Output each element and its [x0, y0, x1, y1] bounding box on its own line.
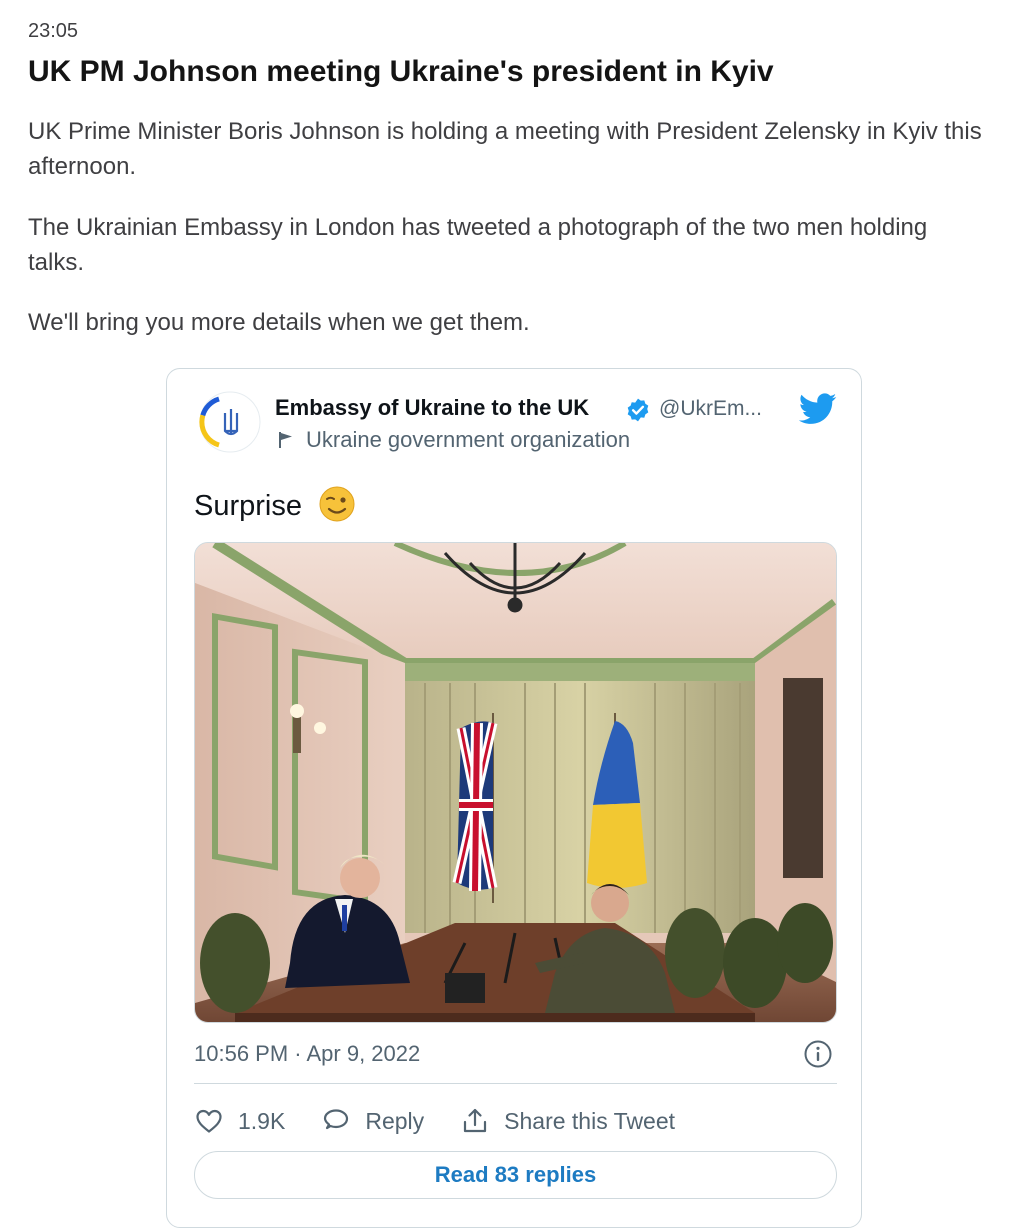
account-handle[interactable]: @UkrEm...	[659, 397, 762, 421]
embedded-tweet[interactable]: Embassy of Ukraine to the UK @UkrEm... U…	[166, 368, 862, 1228]
reply-label: Reply	[365, 1107, 425, 1134]
reply-button[interactable]: Reply	[321, 1106, 424, 1136]
like-button[interactable]: 1.9K	[194, 1106, 285, 1136]
share-icon	[464, 1108, 487, 1133]
article-paragraph: We'll bring you more details when we get…	[28, 309, 530, 336]
ukraine-embassy-logo[interactable]	[199, 391, 261, 453]
heart-icon	[196, 1109, 222, 1133]
account-name[interactable]: Embassy of Ukraine to the UK	[275, 395, 589, 421]
verified-badge-icon	[627, 398, 649, 422]
tweet-text: Surprise	[194, 490, 302, 522]
like-count: 1.9K	[238, 1107, 286, 1134]
read-replies-button[interactable]: Read 83 replies	[194, 1151, 837, 1199]
article-paragraph: The Ukrainian Embassy in London has twee…	[28, 214, 928, 276]
org-label: Ukraine government organization	[306, 427, 631, 452]
tweet-actions: 1.9K Reply Share this Tweet	[194, 1101, 711, 1141]
winking-face-emoji	[319, 486, 355, 522]
tweet-text-row: Surprise	[194, 485, 356, 523]
reply-icon	[324, 1109, 349, 1130]
info-icon[interactable]	[803, 1039, 833, 1069]
article-headline: UK PM Johnson meeting Ukraine's presiden…	[28, 55, 774, 88]
share-button[interactable]: Share this Tweet	[460, 1106, 675, 1136]
flag-icon	[279, 432, 292, 448]
share-label: Share this Tweet	[504, 1107, 676, 1134]
twitter-bird-icon[interactable]	[799, 393, 837, 425]
divider	[194, 1083, 837, 1084]
tweet-timestamp[interactable]: 10:56 PM · Apr 9, 2022	[194, 1041, 420, 1067]
tweet-photo[interactable]	[194, 542, 837, 1023]
article-paragraph: UK Prime Minister Boris Johnson is holdi…	[28, 118, 982, 180]
article-timestamp: 23:05	[28, 20, 79, 42]
